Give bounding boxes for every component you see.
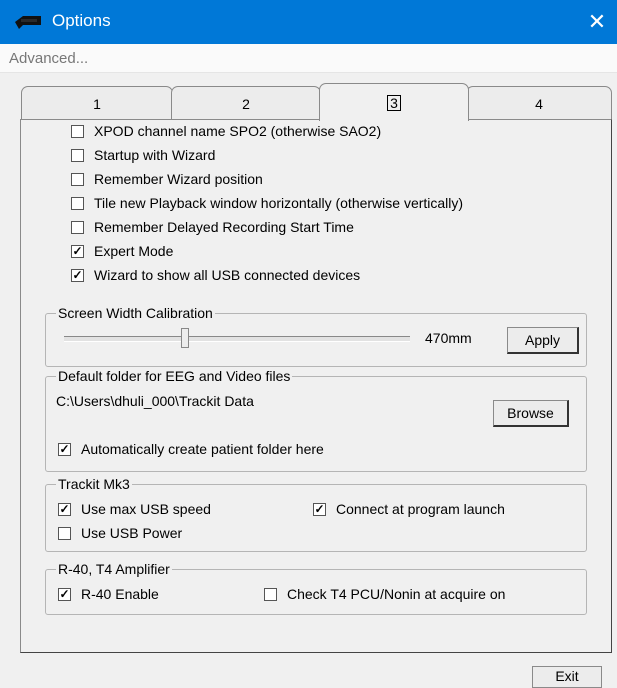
exit-button[interactable]: Exit xyxy=(532,666,602,688)
connect-launch-option[interactable]: ✓ Connect at program launch xyxy=(313,501,505,517)
option-label: Automatically create patient folder here xyxy=(81,441,324,457)
checkbox[interactable]: ✓ xyxy=(313,502,326,516)
title-bar: Options ✕ xyxy=(0,0,617,44)
option-label: Startup with Wizard xyxy=(94,147,216,163)
exit-label: Exit xyxy=(555,668,579,684)
tab-4[interactable]: 4 xyxy=(466,86,612,120)
use-max-usb-option[interactable]: ✓ Use max USB speed xyxy=(58,501,211,517)
tab-2-label: 2 xyxy=(242,95,250,112)
tab-3[interactable]: 3 xyxy=(319,83,469,121)
group-label: Default folder for EEG and Video files xyxy=(56,368,293,384)
checkbox[interactable] xyxy=(71,124,84,138)
trackit-group: Trackit Mk3 xyxy=(45,476,587,552)
option-label: Use USB Power xyxy=(81,525,183,541)
option-remember-delayed[interactable]: Remember Delayed Recording Start Time xyxy=(71,219,354,235)
checkbox[interactable] xyxy=(71,148,84,162)
browse-button[interactable]: Browse xyxy=(493,400,569,427)
checkbox[interactable]: ✓ xyxy=(58,587,71,601)
tab-2[interactable]: 2 xyxy=(171,86,321,120)
checkbox[interactable] xyxy=(71,172,84,186)
option-label: XPOD channel name SPO2 (otherwise SAO2) xyxy=(94,123,382,139)
option-tile-playback[interactable]: Tile new Playback window horizontally (o… xyxy=(71,195,463,211)
tab-1[interactable]: 1 xyxy=(21,86,173,120)
group-label: Screen Width Calibration xyxy=(56,305,215,321)
checkbox[interactable]: ✓ xyxy=(58,502,71,516)
option-label: Connect at program launch xyxy=(336,501,505,517)
r40-enable-option[interactable]: ✓ R-40 Enable xyxy=(58,586,159,602)
auto-create-folder-option[interactable]: ✓ Automatically create patient folder he… xyxy=(58,441,324,457)
option-label: Check T4 PCU/Nonin at acquire on xyxy=(287,586,506,602)
tab-1-label: 1 xyxy=(93,95,101,112)
checkbox[interactable] xyxy=(71,196,84,210)
option-label: Remember Delayed Recording Start Time xyxy=(94,219,354,235)
app-logo-icon xyxy=(13,13,43,31)
group-label: Trackit Mk3 xyxy=(56,476,132,492)
menu-bar: Advanced... xyxy=(0,44,617,73)
option-expert-mode[interactable]: ✓ Expert Mode xyxy=(71,243,173,259)
apply-button[interactable]: Apply xyxy=(507,327,579,354)
option-wizard-usb[interactable]: ✓ Wizard to show all USB connected devic… xyxy=(71,267,360,283)
option-remember-wizard[interactable]: Remember Wizard position xyxy=(71,171,263,187)
checkbox[interactable] xyxy=(264,587,277,601)
group-label: R-40, T4 Amplifier xyxy=(56,561,172,577)
checkbox[interactable] xyxy=(58,526,71,540)
option-label: Expert Mode xyxy=(94,243,174,259)
checkbox[interactable]: ✓ xyxy=(71,244,84,258)
tab-4-label: 4 xyxy=(535,95,543,112)
screen-width-slider-track[interactable] xyxy=(64,336,410,342)
menu-advanced[interactable]: Advanced... xyxy=(9,50,88,67)
checkbox[interactable]: ✓ xyxy=(58,442,71,456)
option-label: Wizard to show all USB connected devices xyxy=(94,267,361,283)
option-label: R-40 Enable xyxy=(81,586,159,602)
screen-width-slider-thumb[interactable] xyxy=(181,328,190,348)
option-startup-wizard[interactable]: Startup with Wizard xyxy=(71,147,215,163)
close-icon[interactable]: ✕ xyxy=(577,0,617,44)
option-label: Tile new Playback window horizontally (o… xyxy=(94,195,464,211)
check-t4-option[interactable]: Check T4 PCU/Nonin at acquire on xyxy=(264,586,505,602)
option-xpod-channel[interactable]: XPOD channel name SPO2 (otherwise SAO2) xyxy=(71,123,381,139)
tab-3-label: 3 xyxy=(387,94,401,111)
use-usb-power-option[interactable]: Use USB Power xyxy=(58,525,182,541)
screen-width-value: 470mm xyxy=(425,330,472,346)
apply-label: Apply xyxy=(524,332,561,348)
browse-label: Browse xyxy=(507,405,554,421)
option-label: Use max USB speed xyxy=(81,501,211,517)
window-title: Options xyxy=(52,11,111,30)
checkbox[interactable]: ✓ xyxy=(71,268,84,282)
option-label: Remember Wizard position xyxy=(94,171,263,187)
default-folder-path: C:\Users\dhuli_000\Trackit Data xyxy=(56,393,254,409)
checkbox[interactable] xyxy=(71,220,84,234)
